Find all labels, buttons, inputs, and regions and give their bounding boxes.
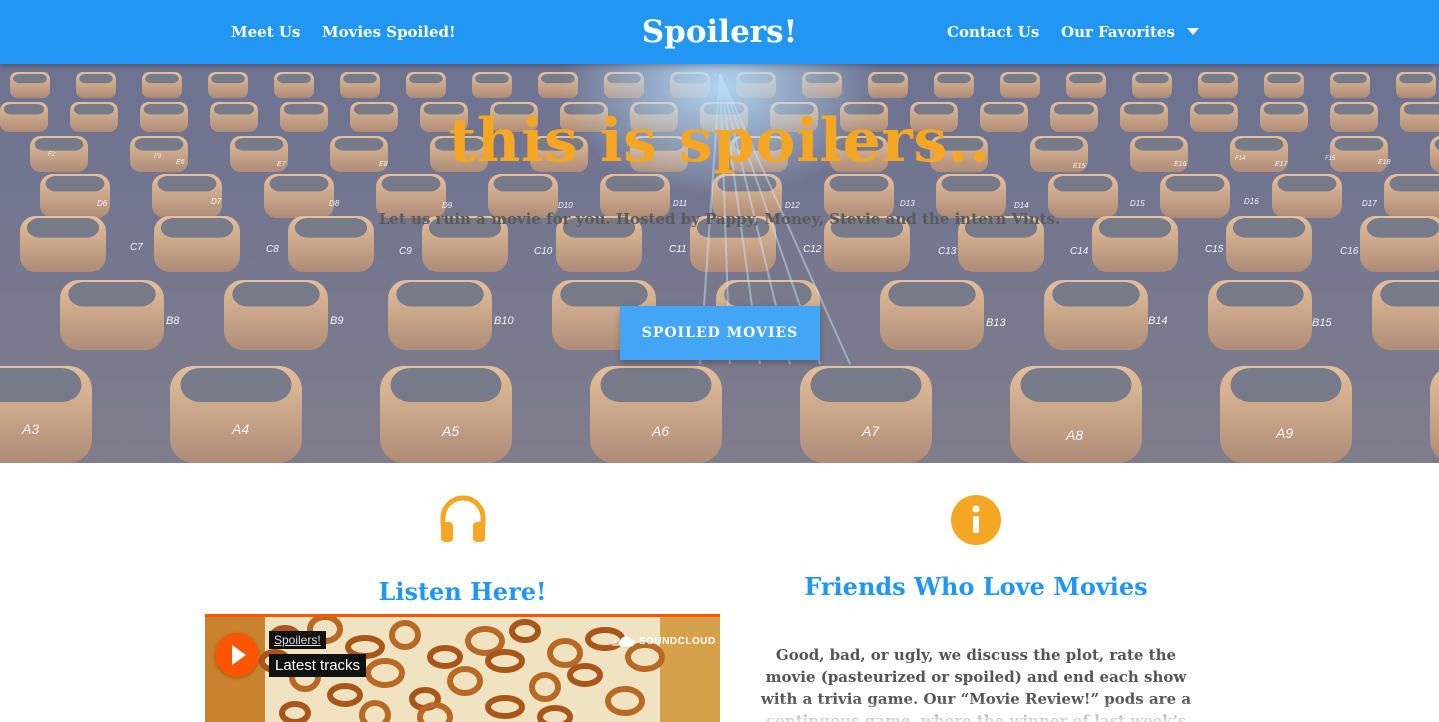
caret-down-icon[interactable]: [1187, 28, 1199, 35]
description-fade: [720, 700, 1240, 722]
listen-title: Listen Here!: [378, 577, 547, 606]
brand-logo[interactable]: Spoilers!: [642, 14, 797, 50]
headphones-icon: [440, 495, 486, 542]
nav-movies-spoiled[interactable]: Movies Spoiled!: [322, 0, 456, 64]
hero-title: this is spoilers..: [448, 106, 991, 176]
soundcloud-logo[interactable]: SOUNDCLOUD: [611, 635, 716, 647]
soundcloud-user-link[interactable]: Spoilers!: [269, 631, 326, 649]
spoiled-movies-button[interactable]: SPOILED MOVIES: [620, 306, 820, 360]
navbar: Meet Us Movies Spoiled! Spoilers! Contac…: [0, 0, 1439, 64]
soundcloud-player[interactable]: Spoilers! Latest tracks SOUNDCLOUD: [205, 614, 720, 722]
soundcloud-brand-text: SOUNDCLOUD: [639, 635, 716, 647]
nav-contact-us[interactable]: Contact Us: [947, 0, 1039, 64]
hero-banner: A3 A4 A5 A6 A7 A8 A9 B8 B9 B10 B13 B14 B15 C7 C8 C9 C10 C…: [0, 64, 1439, 463]
soundcloud-track-title[interactable]: Latest tracks: [269, 654, 367, 677]
hero-subtitle: Let us ruin a movie for you. Hosted by P…: [378, 210, 1061, 228]
brand-container: Spoilers!: [0, 0, 1439, 64]
nav-meet-us[interactable]: Meet Us: [231, 0, 300, 64]
nav-our-favorites[interactable]: Our Favorites: [1061, 0, 1175, 64]
soundcloud-cloud-icon: [612, 636, 635, 647]
friends-title: Friends Who Love Movies: [804, 572, 1148, 601]
play-icon[interactable]: [215, 633, 259, 677]
info-icon: [951, 495, 1001, 545]
